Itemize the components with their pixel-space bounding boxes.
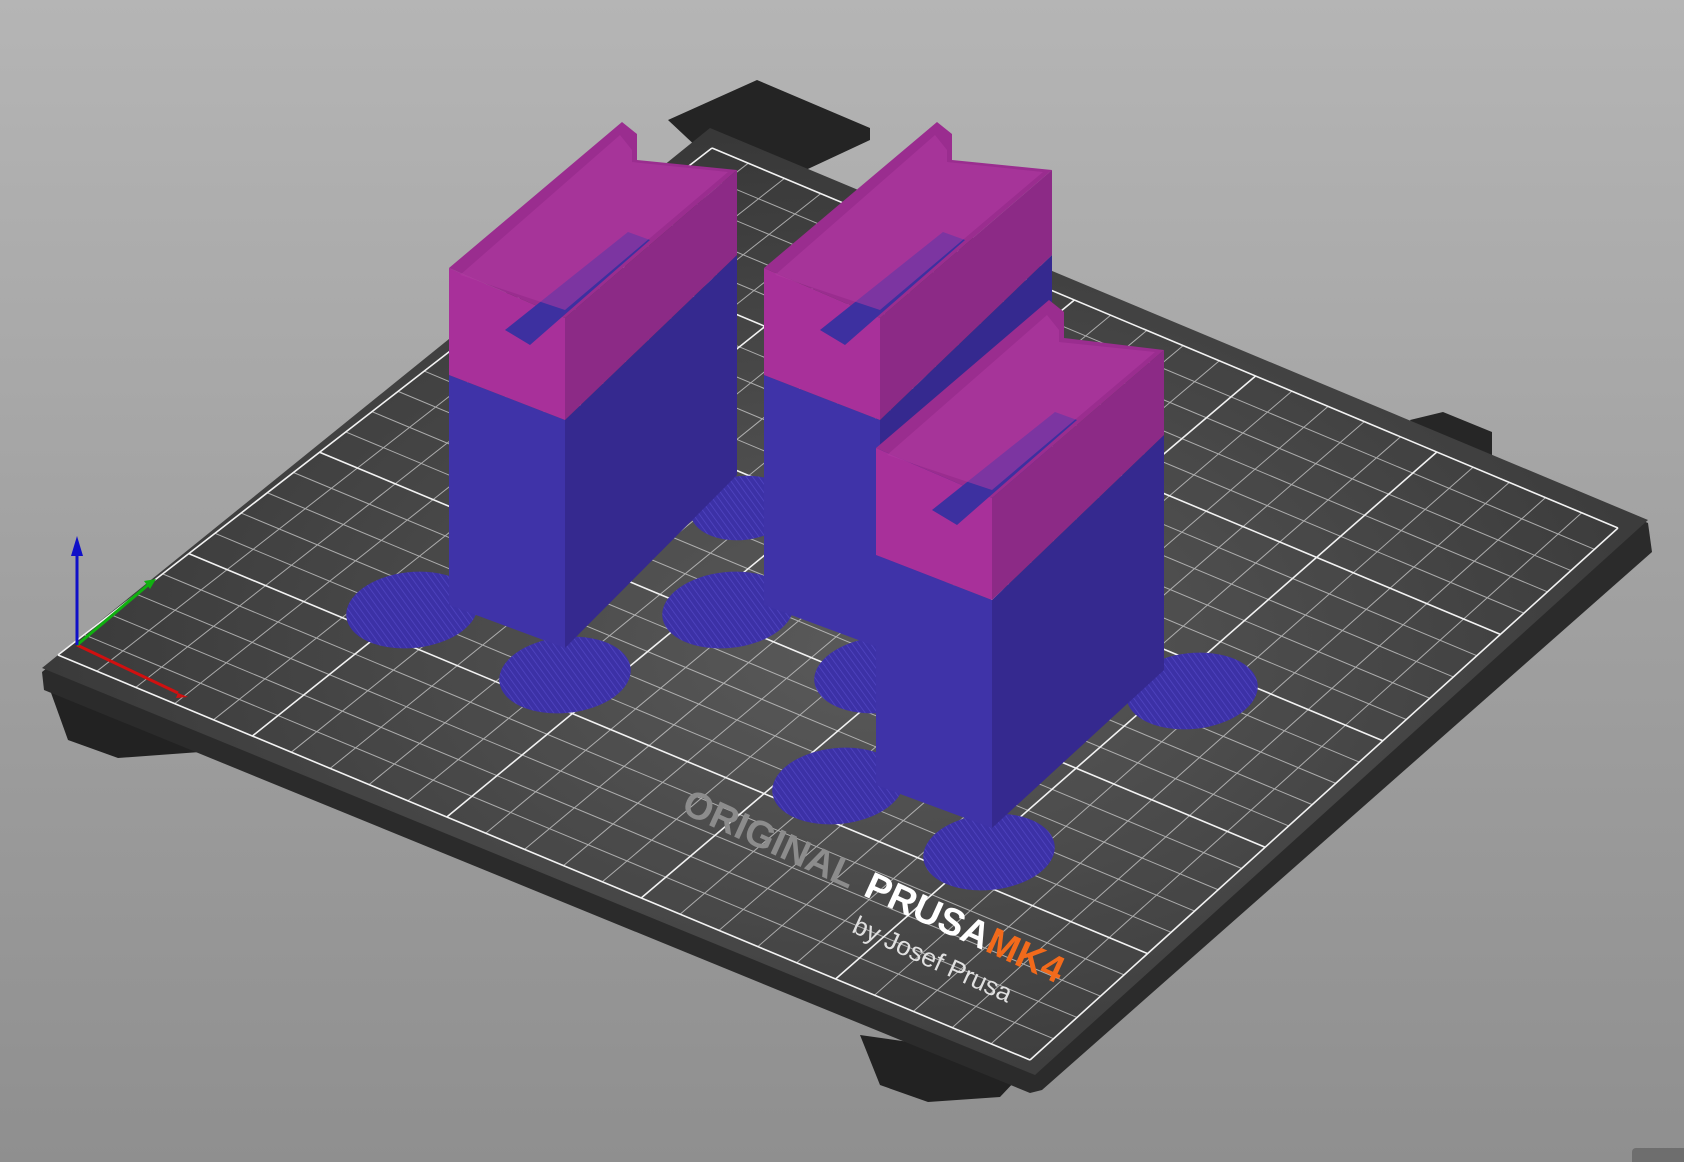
object-body-front — [449, 375, 565, 648]
object-body-front — [876, 555, 992, 828]
object-body-front — [764, 375, 880, 648]
scene-canvas[interactable]: ORIGINAL PRUSA MK4 by Josef Prusa — [0, 0, 1684, 1162]
corner-badge — [1632, 1148, 1684, 1162]
3d-viewport[interactable]: ORIGINAL PRUSA MK4 by Josef Prusa — [0, 0, 1684, 1162]
z-axis-arrow-icon — [71, 536, 83, 556]
